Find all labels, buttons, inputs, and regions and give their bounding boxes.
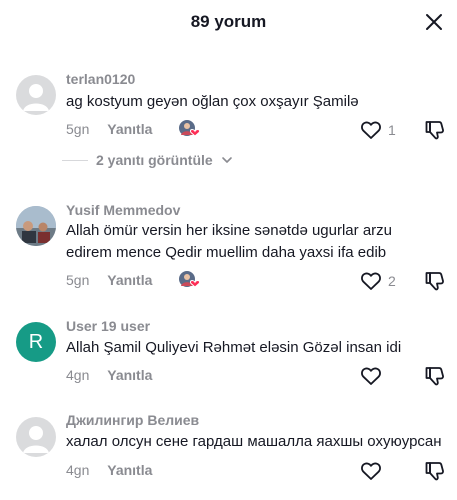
like-count: 1 [388,122,396,138]
divider [62,159,88,161]
comment-time: 5gn [66,121,90,137]
comment-meta: 5gn Yanıtla [66,121,152,137]
close-icon [426,14,442,30]
comment-time: 4gn [66,462,90,478]
default-avatar-icon [23,84,49,111]
creator-avatar-icon [179,120,201,137]
dislike-button[interactable] [424,119,446,141]
comment-meta: 5gn Yanıtla [66,272,152,288]
user-photo-avatar-icon [16,206,56,246]
like-button[interactable]: 2 [360,271,396,291]
view-replies-label: 2 yanıtı görüntüle [96,152,213,168]
comment-meta: 4gn Yanıtla [66,367,152,383]
creator-liked-badge [178,270,202,290]
reply-button[interactable]: Yanıtla [107,272,152,288]
thumbs-down-icon [425,367,444,386]
reply-button[interactable]: Yanıtla [107,367,152,383]
comment-text: Allah ömür versin her iksine sənətdə ugu… [66,222,392,261]
heart-outline-icon [361,367,381,385]
comment-username[interactable]: terlan0120 [66,71,135,87]
comment-count-title: 89 yorum [190,12,267,31]
close-button[interactable] [424,12,444,32]
heart-outline-icon [361,462,381,480]
comment-meta: 4gn Yanıtla [66,462,152,478]
heart-outline-icon [361,272,381,290]
default-avatar-icon [23,426,49,453]
comment-text: Allah Şamil Quliyevi Rəhmət eləsin Gözəl… [66,339,402,356]
thumbs-down-icon [425,272,444,291]
view-replies-button[interactable]: 2 yanıtı görüntüle [62,152,233,168]
comment-username[interactable]: Джилингир Велиев [66,412,199,428]
avatar[interactable] [16,75,56,115]
comment-text: ag kostyum geyən oğlan çox oxşayır Şamil… [66,93,359,110]
reply-button[interactable]: Yanıtla [107,121,152,137]
comment-username[interactable]: Yusif Memmedov [66,202,180,218]
avatar[interactable] [16,206,56,246]
like-count: 2 [388,273,396,289]
comment-time: 4gn [66,367,90,383]
thumbs-down-icon [425,462,444,481]
avatar[interactable] [16,417,56,457]
dislike-button[interactable] [424,270,446,292]
like-button[interactable] [360,366,382,386]
like-button[interactable] [360,461,382,481]
heart-outline-icon [361,121,381,139]
comments-header: 89 yorum [0,0,457,48]
dislike-button[interactable] [424,460,446,482]
dislike-button[interactable] [424,365,446,387]
creator-liked-badge [178,119,202,139]
chevron-down-icon [221,157,232,163]
comment-text: халал олсун сене гардаш машалла яахшы ох… [66,433,442,450]
thumbs-down-icon [425,121,444,140]
like-button[interactable]: 1 [360,120,396,140]
avatar-letter: R [28,330,44,353]
creator-avatar-icon [179,271,201,288]
reply-button[interactable]: Yanıtla [107,462,152,478]
comment-username[interactable]: User 19 user [66,318,150,334]
comment-time: 5gn [66,272,90,288]
avatar[interactable]: R [16,322,56,362]
